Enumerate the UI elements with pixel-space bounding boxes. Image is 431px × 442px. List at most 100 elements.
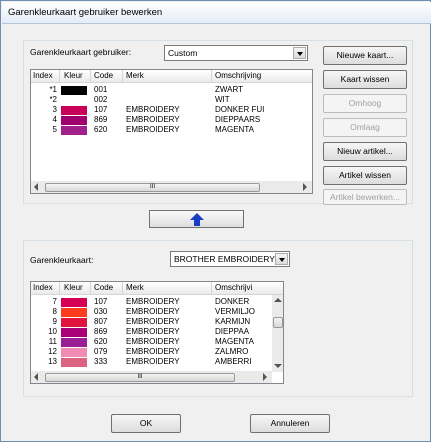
user-chart-label: Garenkleurkaart gebruiker: [30, 47, 132, 57]
color-swatch [61, 86, 87, 95]
row-code: 620 [94, 125, 108, 134]
row-brand: EMBROIDERY [126, 297, 180, 306]
user-chart-list[interactable]: Index Kleur Code Merk Omschrijving *1 001… [30, 69, 313, 194]
scroll-left-icon[interactable] [34, 183, 38, 191]
row-description: AMBERRI [215, 357, 252, 366]
brand-list-vscrollbar[interactable] [272, 295, 283, 372]
transfer-up-button[interactable] [149, 210, 244, 228]
color-swatch [61, 348, 87, 357]
brand-chart-list[interactable]: Index Kleur Code Merk Omschrijvi 7 107 EMB… [30, 281, 284, 384]
ok-button[interactable]: OK [111, 414, 181, 433]
row-brand: EMBROIDERY [126, 357, 180, 366]
user-chart-group: Garenkleurkaart gebruiker: Custom Index … [23, 40, 413, 205]
title-bar[interactable]: Garenkleurkaart gebruiker bewerken [2, 2, 431, 24]
brand-list-header: Index Kleur Code Merk Omschrijvi [31, 282, 283, 295]
table-row[interactable]: 5 620 EMBROIDERY MAGENTA [31, 125, 312, 135]
row-index: 8 [52, 307, 57, 316]
color-swatch [61, 328, 87, 337]
row-code: 107 [94, 105, 108, 114]
row-code: 620 [94, 337, 108, 346]
row-brand: EMBROIDERY [126, 347, 180, 356]
table-row[interactable]: *2 002 WIT [31, 95, 312, 105]
user-chart-select[interactable]: Custom [164, 45, 308, 61]
dialog-window: Garenkleurkaart gebruiker bewerken Garen… [0, 0, 431, 442]
row-code: 107 [94, 297, 108, 306]
row-description: MAGENTA [215, 337, 254, 346]
user-list-hscrollbar[interactable]: III [31, 181, 312, 193]
col-index[interactable]: Index [33, 71, 53, 80]
col-description[interactable]: Omschrijvi [215, 283, 252, 292]
col-brand[interactable]: Merk [126, 283, 144, 292]
scroll-right-icon[interactable] [263, 373, 267, 381]
delete-item-button[interactable]: Artikel wissen [323, 166, 407, 185]
col-brand[interactable]: Merk [126, 71, 144, 80]
color-swatch [61, 338, 87, 347]
table-row[interactable]: 4 869 EMBROIDERY DIEPPAARS [31, 115, 312, 125]
table-row[interactable]: 13 333 EMBROIDERY AMBERRI [31, 357, 283, 367]
row-code: 333 [94, 357, 108, 366]
row-brand: EMBROIDERY [126, 327, 180, 336]
table-row[interactable]: 3 107 EMBROIDERY DONKER FUI [31, 105, 312, 115]
chevron-down-icon[interactable] [275, 253, 288, 265]
row-index: 10 [48, 327, 57, 336]
brand-chart-select[interactable]: BROTHER EMBROIDERY [170, 251, 290, 267]
move-up-button[interactable]: Omhoog [323, 94, 407, 113]
window-title: Garenkleurkaart gebruiker bewerken [8, 7, 163, 18]
scroll-up-icon[interactable] [274, 298, 282, 302]
user-list-scroll-thumb[interactable]: III [45, 183, 260, 192]
row-brand: EMBROIDERY [126, 125, 180, 134]
row-index: 4 [52, 115, 57, 124]
table-row[interactable]: 12 079 EMBROIDERY ZALMRO [31, 347, 283, 357]
brand-list-scroll-thumb[interactable]: III [45, 373, 235, 382]
new-item-button[interactable]: Nieuw artikel... [323, 142, 407, 161]
row-description: ZALMRO [215, 347, 249, 356]
color-swatch [61, 116, 87, 125]
col-description[interactable]: Omschrijving [215, 71, 261, 80]
clear-chart-button[interactable]: Kaart wissen [323, 70, 407, 89]
row-index: 7 [52, 297, 57, 306]
row-brand: EMBROIDERY [126, 105, 180, 114]
col-code[interactable]: Code [94, 283, 113, 292]
row-code: 869 [94, 115, 108, 124]
table-row[interactable]: 10 869 EMBROIDERY DIEPPAA [31, 327, 283, 337]
row-code: 030 [94, 307, 108, 316]
scroll-down-icon[interactable] [274, 364, 282, 368]
color-swatch [61, 96, 87, 105]
row-index: 11 [48, 337, 57, 346]
row-index: *2 [49, 95, 57, 104]
scroll-left-icon[interactable] [34, 373, 38, 381]
row-brand: EMBROIDERY [126, 337, 180, 346]
cancel-button[interactable]: Annuleren [250, 414, 330, 433]
color-swatch [61, 318, 87, 327]
row-code: 002 [94, 95, 108, 104]
col-color[interactable]: Kleur [64, 71, 83, 80]
scroll-right-icon[interactable] [303, 183, 307, 191]
table-row[interactable]: 11 620 EMBROIDERY MAGENTA [31, 337, 283, 347]
user-chart-select-value: Custom [168, 48, 198, 58]
col-color[interactable]: Kleur [64, 283, 83, 292]
row-index: 5 [52, 125, 57, 134]
col-index[interactable]: Index [33, 283, 53, 292]
edit-item-button[interactable]: Artikel bewerken... [323, 189, 407, 205]
brand-list-vscroll-thumb[interactable] [273, 317, 283, 328]
row-index: *1 [49, 85, 57, 94]
table-row[interactable]: 8 030 EMBROIDERY VERMILJO [31, 307, 283, 317]
move-down-button[interactable]: Omlaag [323, 118, 407, 137]
brand-list-hscrollbar[interactable]: III [31, 371, 272, 383]
row-brand: EMBROIDERY [126, 317, 180, 326]
user-list-header: Index Kleur Code Merk Omschrijving [31, 70, 312, 83]
table-row[interactable]: 7 107 EMBROIDERY DONKER [31, 297, 283, 307]
col-code[interactable]: Code [94, 71, 113, 80]
table-row[interactable]: *1 001 ZWART [31, 85, 312, 95]
row-description: DONKER FUI [215, 105, 265, 114]
new-chart-button[interactable]: Nieuwe kaart... [323, 46, 407, 65]
table-row[interactable]: 9 807 EMBROIDERY KARMIJN [31, 317, 283, 327]
color-swatch [61, 126, 87, 135]
color-swatch [61, 298, 87, 307]
chevron-down-icon[interactable] [293, 47, 306, 59]
color-swatch [61, 106, 87, 115]
arrow-up-icon [190, 213, 204, 226]
brand-chart-group: Garenkleurkaart: BROTHER EMBROIDERY Inde… [23, 240, 413, 397]
row-index: 3 [52, 105, 57, 114]
row-code: 079 [94, 347, 108, 356]
